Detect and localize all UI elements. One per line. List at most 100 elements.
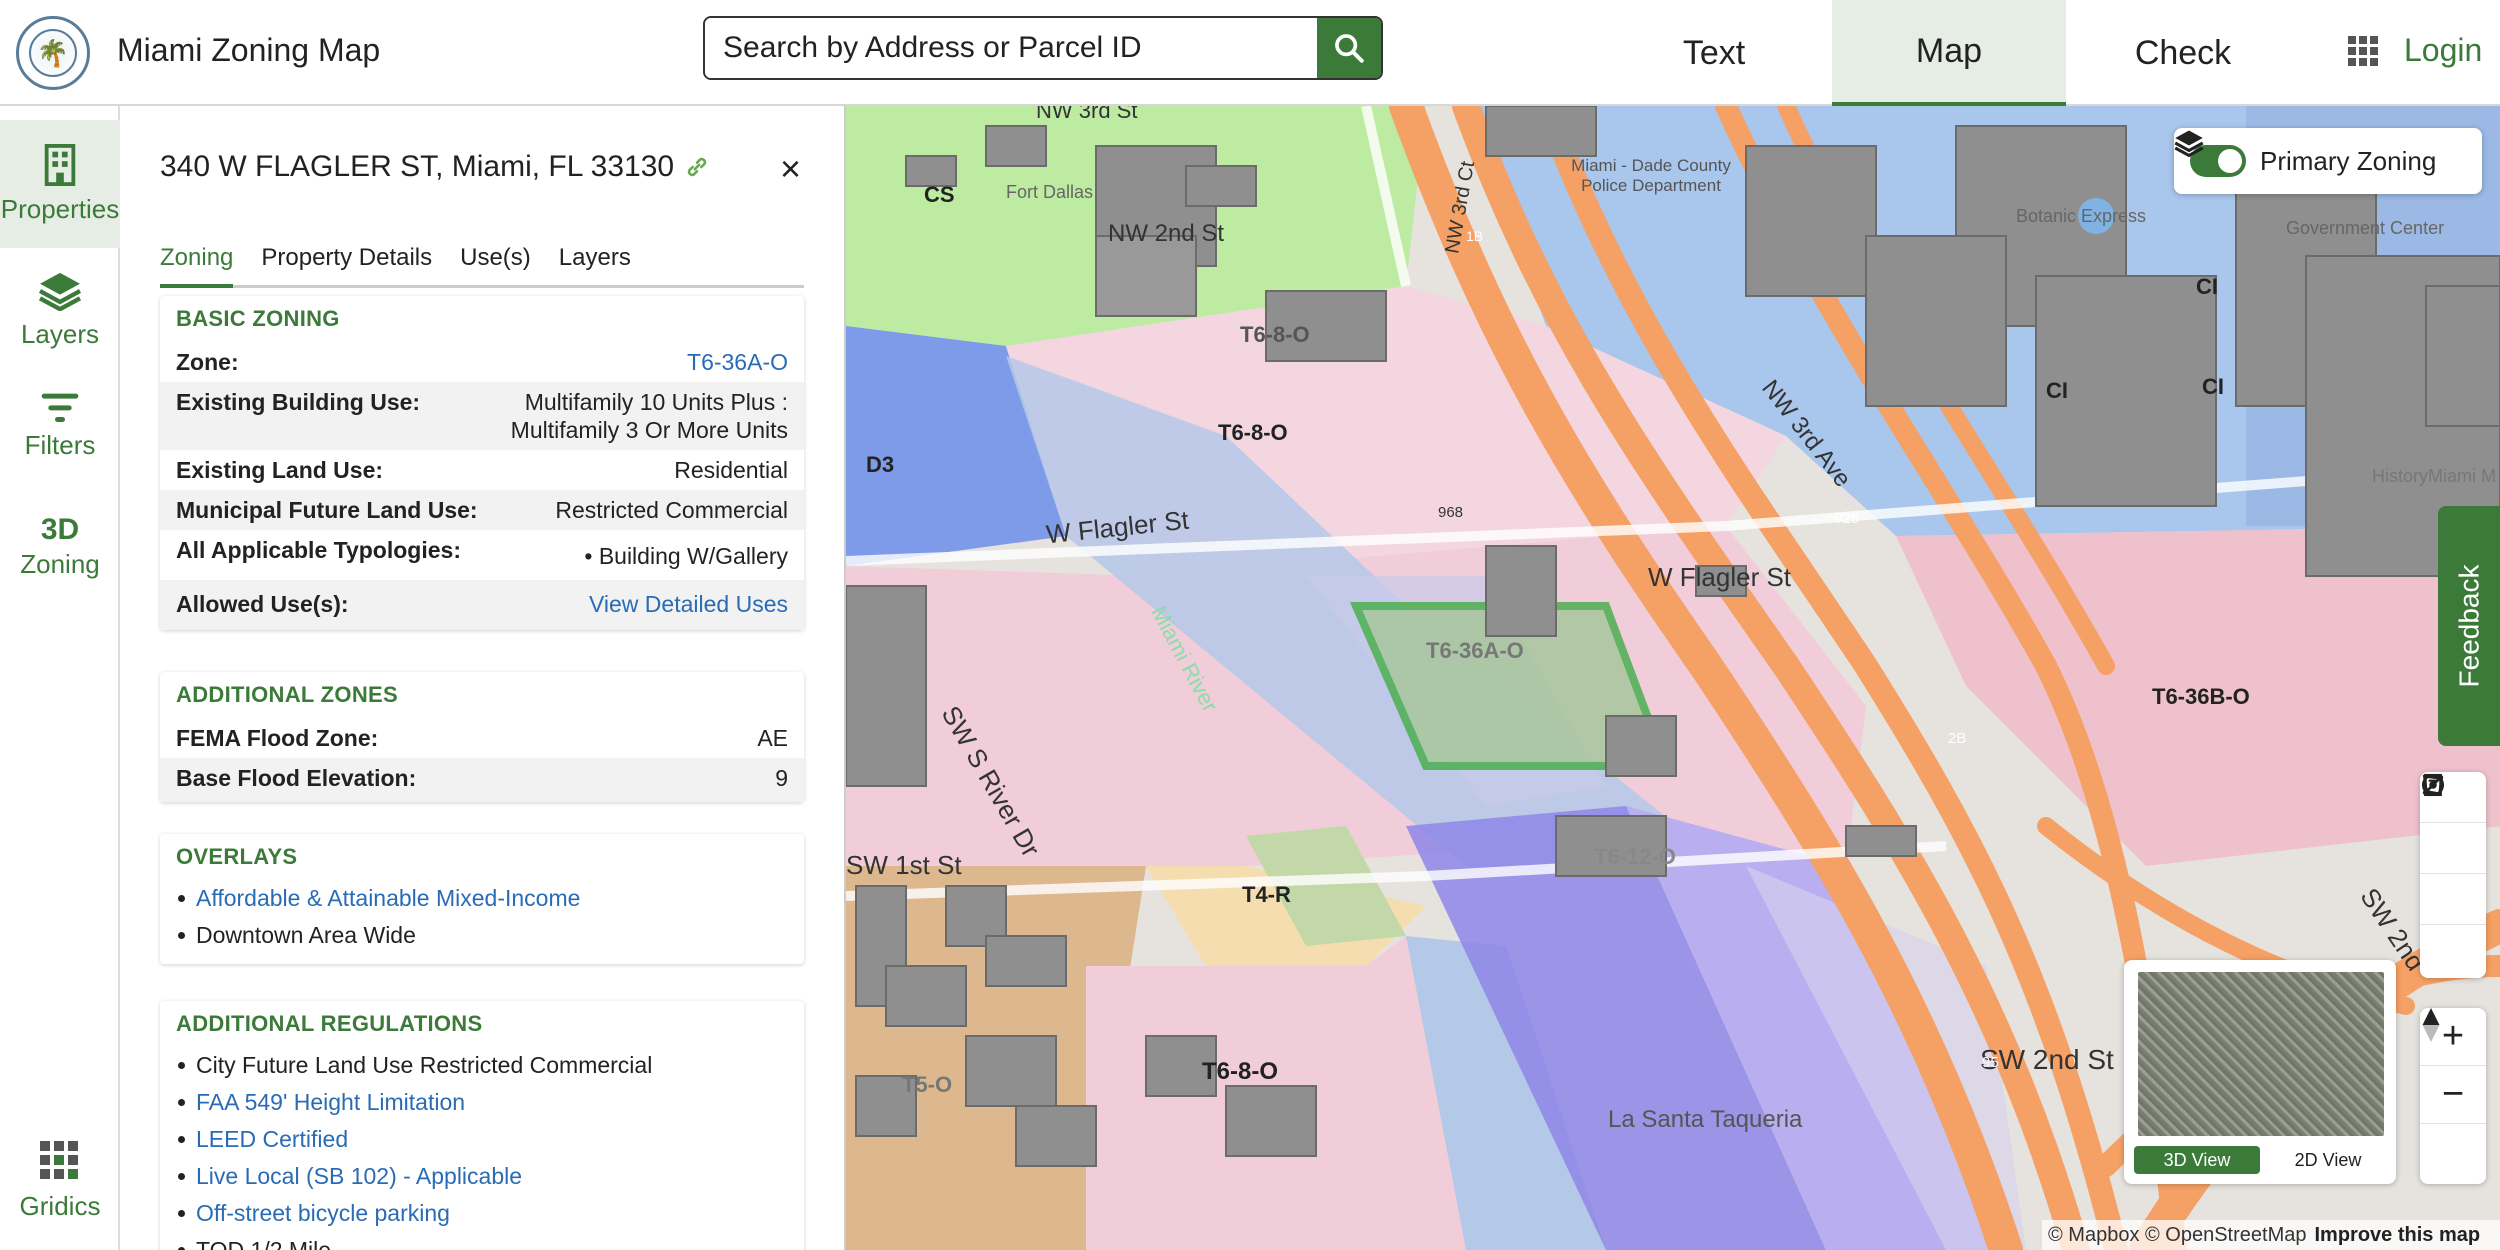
row-existing-building-use: Existing Building Use: Multifamily 10 Uni… [160, 382, 804, 450]
street-label: NW 3rd St [1036, 106, 1138, 123]
2d-view-button[interactable]: 2D View [2270, 1146, 2386, 1174]
close-button[interactable]: × [780, 148, 801, 190]
map-attribution: © Mapbox © OpenStreetMap Improve this ma… [2042, 1220, 2500, 1250]
improve-map-link[interactable]: Improve this map [2315, 1224, 2481, 1247]
tab-map[interactable]: Map [1832, 0, 2066, 106]
map-canvas[interactable]: CS CI CI CI D3 T6-8-O T6-8-O T6-8-O T6-3… [846, 106, 2500, 1250]
layers-icon [38, 272, 82, 311]
overlay-item[interactable]: Affordable & Attainable Mixed-Income [178, 880, 788, 917]
compass-button[interactable] [2420, 1008, 2486, 1182]
street-label: SW 1st St [846, 850, 962, 880]
side-rail: Properties Layers Filters 3D Zoning Grid… [0, 106, 120, 1250]
basic-zoning-rows: Zone: T6-36A-O Existing Building Use: Mult… [160, 342, 804, 630]
card-heading: ADDITIONAL REGULATIONS [176, 1011, 483, 1036]
regulation-item[interactable]: LEED Certified [178, 1121, 788, 1158]
poi-label: Fort Dallas [1006, 182, 1094, 202]
overlay-item: Downtown Area Wide [178, 917, 788, 954]
layers-icon [2174, 130, 2204, 158]
zone-label-t636ao: T6-36A-O [1426, 638, 1524, 663]
rail-item-3d-zoning[interactable]: 3D Zoning [0, 482, 120, 610]
zone-label-t612o: T6-12-O [1594, 844, 1676, 869]
satellite-thumbnail[interactable] [2138, 972, 2384, 1136]
poi-label: HistoryMiami M [2372, 466, 2496, 486]
regulation-item[interactable]: Off-street bicycle parking [178, 1195, 788, 1232]
search-icon [1335, 34, 1364, 63]
document-icon [2424, 773, 2442, 797]
feedback-label: Feedback [2453, 564, 2484, 688]
additional-regulations-card: ADDITIONAL REGULATIONS City Future Land … [160, 1001, 804, 1250]
view-detailed-uses-link[interactable]: View Detailed Uses [589, 590, 788, 618]
apps-grid-icon[interactable] [2348, 36, 2378, 66]
zone-link[interactable]: T6-36A-O [687, 348, 788, 376]
rail-item-properties[interactable]: Properties [0, 120, 120, 248]
street-label: NW 2nd St [1108, 220, 1225, 247]
basic-zoning-card: BASIC ZONING Zone: T6-36A-O Existing Buil… [160, 296, 804, 630]
search-input[interactable] [705, 18, 1317, 78]
filter-icon [41, 393, 79, 422]
primary-zoning-toggle[interactable]: Primary Zoning [2174, 128, 2482, 194]
property-address: 340 W FLAGLER ST, Miami, FL 33130 [160, 150, 710, 184]
row-key: FEMA Flood Zone: [176, 725, 379, 751]
zone-label-t4r: T4-R [1242, 882, 1291, 907]
property-panel: 340 W FLAGLER ST, Miami, FL 33130 × Zoni… [122, 106, 846, 1250]
app-title: Miami Zoning Map [117, 32, 381, 68]
street-label: W Flagler St [1648, 562, 1792, 592]
zone-label-ci: CI [2202, 374, 2224, 399]
3d-view-button[interactable]: 3D View [2134, 1146, 2260, 1174]
link-icon[interactable] [684, 154, 710, 180]
rail-item-gridics[interactable]: Gridics [0, 1116, 120, 1244]
highway-shield-label: 1B [1466, 228, 1484, 244]
tab-zoning[interactable]: Zoning [160, 240, 234, 288]
row-key: Existing Land Use: [176, 457, 384, 483]
report-button[interactable] [2420, 773, 2486, 976]
rail-label: Filters [24, 429, 96, 460]
row-value: 9 [775, 765, 788, 791]
rail-item-layers[interactable]: Layers [0, 246, 120, 374]
zone-label-t68o: T6-8-O [1240, 322, 1310, 347]
building-icon [44, 143, 76, 186]
tab-uses[interactable]: Use(s) [460, 240, 531, 288]
row-value: Restricted Commercial [555, 497, 788, 523]
row-key: All Applicable Typologies: [176, 537, 461, 563]
feedback-tab[interactable]: Feedback [2438, 506, 2500, 746]
row-future-land-use: Municipal Future Land Use: Restricted Com… [160, 490, 804, 530]
zoom-out-button[interactable]: − [2420, 1066, 2486, 1124]
row-key: Municipal Future Land Use: [176, 497, 478, 523]
rail-label: Layers [20, 318, 100, 349]
measure-button[interactable] [2420, 774, 2486, 874]
row-key: Allowed Use(s): [176, 591, 349, 617]
tab-property-details[interactable]: Property Details [261, 240, 432, 288]
address-text: 340 W FLAGLER ST, Miami, FL 33130 [160, 150, 675, 183]
gridics-logo-icon [40, 1140, 78, 1179]
rail-item-filters[interactable]: Filters [0, 362, 120, 490]
tab-check[interactable]: Check [2066, 0, 2300, 106]
regulations-list: City Future Land Use Restricted Commerci… [160, 1047, 804, 1250]
search-button[interactable] [1317, 18, 1381, 78]
compass-icon [2422, 1008, 2440, 1042]
draw-polygon-button[interactable] [2420, 774, 2486, 925]
login-link[interactable]: Login [2404, 32, 2482, 69]
map-tools [2420, 772, 2486, 978]
zone-label-ci: CI [2046, 378, 2068, 403]
card-heading: OVERLAYS [176, 844, 298, 869]
typology-item: Building W/Gallery [598, 543, 788, 569]
regulation-item[interactable]: FAA 549' Height Limitation [178, 1084, 788, 1121]
row-typologies: All Applicable Typologies: • Building W/G… [160, 530, 804, 580]
search-bar [703, 16, 1383, 80]
additional-zones-card: ADDITIONAL ZONES FEMA Flood Zone: AE Base… [160, 672, 804, 802]
tab-text[interactable]: Text [1596, 0, 1832, 106]
row-value: Residential [674, 457, 788, 483]
view-switcher: 3D View 2D View [2124, 960, 2396, 1184]
toggle-label: Primary Zoning [2260, 145, 2437, 176]
zone-label-t636bo: T6-36B-O [2152, 684, 2250, 709]
city-seal-logo[interactable]: 🌴 [16, 16, 90, 90]
regulation-item[interactable]: Live Local (SB 102) - Applicable [178, 1158, 788, 1195]
top-bar: 🌴 Miami Zoning Map Text Map Check Login [0, 0, 2500, 106]
row-key: Base Flood Elevation: [176, 765, 417, 791]
row-key: Existing Building Use: [176, 389, 421, 415]
attribution-text[interactable]: © Mapbox © OpenStreetMap [2048, 1224, 2307, 1247]
address-number-label: 925 [1834, 510, 1860, 527]
tab-layers[interactable]: Layers [559, 240, 631, 288]
rail-label: Properties [0, 193, 120, 224]
zoom-controls: + − [2420, 1008, 2486, 1184]
